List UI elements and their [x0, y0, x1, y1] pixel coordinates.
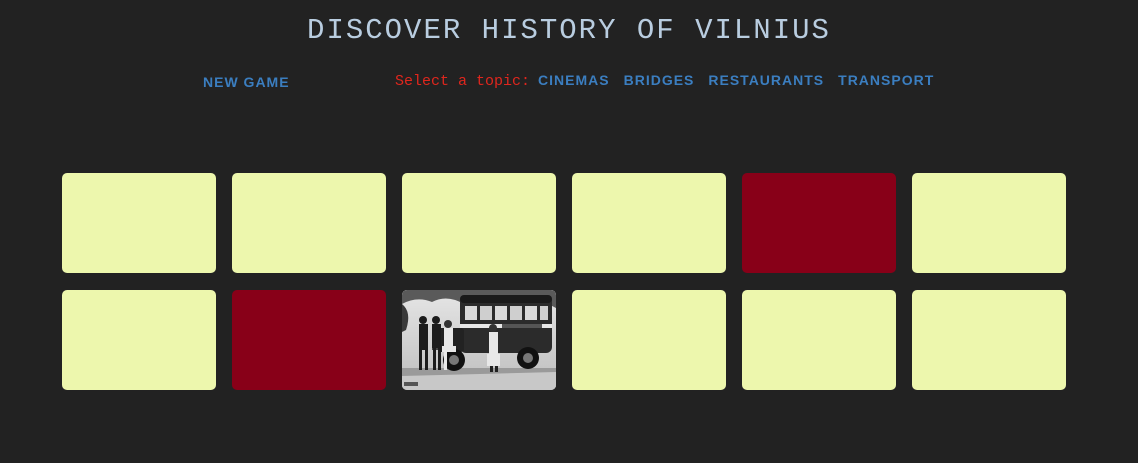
new-game-button[interactable]: NEW GAME [203, 74, 290, 90]
topic-cinemas-link[interactable]: CINEMAS [538, 72, 610, 88]
memory-card[interactable] [912, 290, 1066, 390]
topic-bridges-link[interactable]: BRIDGES [624, 72, 695, 88]
memory-card-board [62, 173, 1066, 390]
memory-card[interactable] [62, 173, 216, 273]
page-title: DISCOVER HISTORY OF VILNIUS [307, 14, 831, 47]
memory-card-matched[interactable] [232, 290, 386, 390]
vintage-bus-photo [402, 290, 556, 390]
memory-card[interactable] [62, 290, 216, 390]
topic-transport-link[interactable]: TRANSPORT [838, 72, 934, 88]
memory-card[interactable] [742, 290, 896, 390]
topic-restaurants-link[interactable]: RESTAURANTS [708, 72, 824, 88]
memory-card[interactable] [572, 173, 726, 273]
memory-card[interactable] [572, 290, 726, 390]
memory-card[interactable] [912, 173, 1066, 273]
memory-card-matched[interactable] [742, 173, 896, 273]
memory-card-revealed[interactable] [402, 290, 556, 390]
topic-prompt: Select a topic: [395, 73, 531, 90]
topic-selector: Select a topic: CINEMAS BRIDGES RESTAURA… [395, 72, 948, 90]
memory-card[interactable] [402, 173, 556, 273]
memory-card[interactable] [232, 173, 386, 273]
